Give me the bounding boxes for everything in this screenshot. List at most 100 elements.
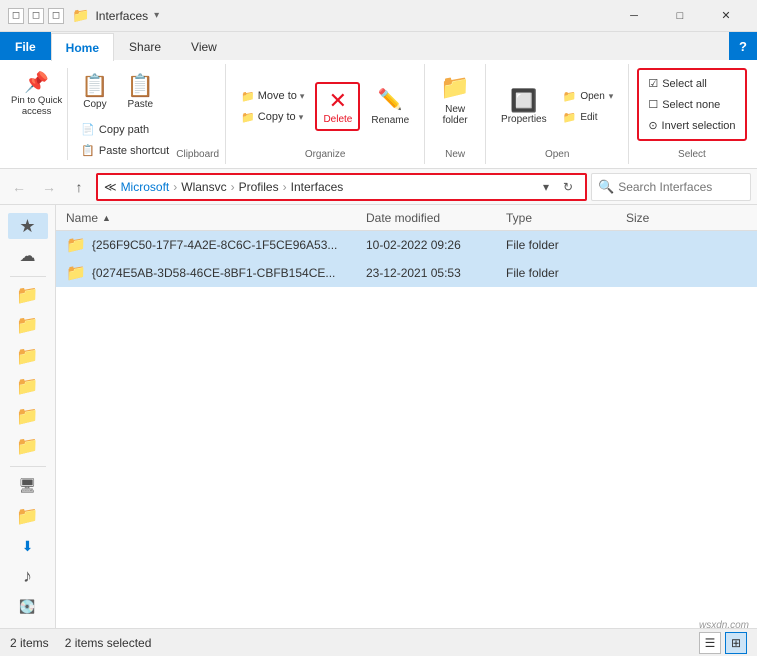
open-icon-1: 📁 <box>563 90 577 103</box>
forward-button[interactable]: → <box>36 174 62 200</box>
title-dropdown-icon: ▾ <box>154 10 159 21</box>
file-name-1: {0274E5AB-3D58-46CE-8BF1-CBFB154CE... <box>92 266 335 280</box>
invert-label: Invert selection <box>662 120 736 132</box>
ribbon-content: 📌 Pin to Quickaccess 📋 Copy 📋 Paste 📄 Co… <box>0 60 757 169</box>
title-bar: ◻ ◻ ◻ 📁 Interfaces ▾ ─ □ ✕ <box>0 0 757 32</box>
search-input[interactable] <box>618 180 738 194</box>
title-quick-access-2[interactable]: ◻ <box>28 8 44 24</box>
folder-icon-0: 📁 <box>66 235 86 255</box>
sidebar-divider-2 <box>10 466 46 467</box>
title-quick-access-3[interactable]: ◻ <box>48 8 64 24</box>
delete-button[interactable]: ✕ Delete <box>315 82 360 131</box>
properties-button[interactable]: 🔲 Properties <box>494 83 554 130</box>
sidebar-item-folder5[interactable]: 📁 <box>8 403 48 429</box>
paste-shortcut-button[interactable]: 📋 Paste shortcut <box>74 141 176 160</box>
sidebar-item-folder7[interactable]: 📁 <box>8 503 48 529</box>
pin-icon: 📌 <box>24 73 49 93</box>
tab-view[interactable]: View <box>176 32 232 60</box>
sidebar: ★ ☁ 📁 📁 📁 📁 📁 📁 🖥 📁 ⬇ ♪ 💽 <box>0 205 56 628</box>
sidebar-item-this-pc[interactable]: 🖥 <box>8 473 48 499</box>
table-row[interactable]: 📁 {256F9C50-17F7-4A2E-8C6C-1F5CE96A53...… <box>56 231 757 259</box>
invert-selection-button[interactable]: ⊙ Invert selection <box>643 116 740 135</box>
paste-button[interactable]: 📋 Paste <box>120 68 161 118</box>
address-dropdown-button[interactable]: ▾ <box>537 176 555 198</box>
column-date[interactable]: Date modified <box>366 211 506 225</box>
open-btn-extra-2[interactable]: 📁 Edit <box>556 108 621 127</box>
open-icon-2: 📁 <box>563 111 577 124</box>
ribbon-tabs: File Home Share View ? <box>0 32 757 60</box>
tab-home[interactable]: Home <box>51 33 114 61</box>
table-row[interactable]: 📁 {0274E5AB-3D58-46CE-8BF1-CBFB154CE... … <box>56 259 757 287</box>
new-label: New <box>445 145 465 160</box>
clipboard-label: Clipboard <box>176 145 219 160</box>
copy-icon: 📋 <box>81 75 108 97</box>
sidebar-item-folder4[interactable]: 📁 <box>8 373 48 399</box>
cell-name-0: 📁 {256F9C50-17F7-4A2E-8C6C-1F5CE96A53... <box>66 235 366 255</box>
new-folder-icon: 📁 <box>440 73 470 102</box>
search-box[interactable]: 🔍 <box>591 173 751 201</box>
help-button[interactable]: ? <box>729 32 757 60</box>
paste-label: Paste <box>128 99 154 111</box>
search-icon: 🔍 <box>598 179 614 195</box>
status-bar: 2 items 2 items selected ☰ ⊞ <box>0 628 757 656</box>
cell-type-0: File folder <box>506 238 626 252</box>
address-part-1[interactable]: Microsoft <box>121 180 170 194</box>
sidebar-item-drive[interactable]: 💽 <box>8 594 48 620</box>
new-folder-button[interactable]: 📁 Newfolder <box>433 68 477 131</box>
sidebar-item-music[interactable]: ♪ <box>8 564 48 590</box>
invert-icon: ⊙ <box>648 119 657 132</box>
column-type[interactable]: Type <box>506 211 626 225</box>
pin-label: Pin to Quickaccess <box>11 95 62 118</box>
sidebar-item-onedrive[interactable]: ☁ <box>8 243 48 269</box>
title-quick-access-1[interactable]: ◻ <box>8 8 24 24</box>
address-part-2[interactable]: Wlansvc <box>181 180 226 194</box>
select-all-button[interactable]: ☑ Select all <box>643 74 740 93</box>
open-chevron-1: ▾ <box>609 91 614 102</box>
address-sep-3: › <box>283 180 287 194</box>
cell-date-0: 10-02-2022 09:26 <box>366 238 506 252</box>
item-count: 2 items <box>10 636 49 650</box>
maximize-button[interactable]: □ <box>657 0 703 32</box>
sidebar-item-folder2[interactable]: 📁 <box>8 313 48 339</box>
new-folder-label: Newfolder <box>443 104 468 126</box>
title-bar-controls-left: ◻ ◻ ◻ <box>8 8 64 24</box>
close-button[interactable]: ✕ <box>703 0 749 32</box>
properties-label: Properties <box>501 114 547 125</box>
sidebar-item-quick-access[interactable]: ★ <box>8 213 48 239</box>
sidebar-item-downloads[interactable]: ⬇ <box>8 533 48 559</box>
column-name[interactable]: Name ▲ <box>66 211 366 225</box>
copy-path-label: Copy path <box>99 124 149 136</box>
address-bar[interactable]: ≪ Microsoft › Wlansvc › Profiles › Inter… <box>96 173 587 201</box>
rename-button[interactable]: ✏️ Rename <box>364 84 416 129</box>
sidebar-item-folder6[interactable]: 📁 <box>8 434 48 460</box>
copy-to-button[interactable]: 📁 Copy to ▾ <box>234 108 311 127</box>
address-part-4[interactable]: Interfaces <box>291 180 344 194</box>
address-part-3[interactable]: Profiles <box>239 180 279 194</box>
column-size[interactable]: Size <box>626 211 747 225</box>
properties-icon: 🔲 <box>510 88 537 114</box>
minimize-button[interactable]: ─ <box>611 0 657 32</box>
select-all-label: Select all <box>662 78 707 90</box>
address-refresh-button[interactable]: ↻ <box>557 176 579 198</box>
file-table-header: Name ▲ Date modified Type Size <box>56 205 757 231</box>
tab-file[interactable]: File <box>0 32 51 60</box>
move-to-button[interactable]: 📁 Move to ▾ <box>234 87 311 106</box>
back-button[interactable]: ← <box>6 174 32 200</box>
sidebar-divider-1 <box>10 276 46 277</box>
open-btn-extra-1[interactable]: 📁 Open ▾ <box>556 87 621 106</box>
open-group: 🔲 Properties 📁 Open ▾ 📁 Edit Open <box>486 64 629 164</box>
copy-path-button[interactable]: 📄 Copy path <box>74 120 176 139</box>
up-button[interactable]: ↑ <box>66 174 92 200</box>
sidebar-item-folder1[interactable]: 📁 <box>8 282 48 308</box>
title-folder-icon: 📁 <box>72 7 89 24</box>
delete-icon: ✕ <box>329 88 347 114</box>
pin-to-quick-access-button[interactable]: 📌 Pin to Quickaccess <box>6 68 67 123</box>
delete-label: Delete <box>323 114 352 125</box>
copy-to-label: Copy to <box>258 111 296 123</box>
copy-button[interactable]: 📋 Copy <box>74 68 115 118</box>
open-label: Open <box>545 145 569 160</box>
select-none-button[interactable]: ☐ Select none <box>643 95 740 114</box>
tab-share[interactable]: Share <box>114 32 176 60</box>
sidebar-item-folder3[interactable]: 📁 <box>8 343 48 369</box>
open-label-2: Edit <box>580 112 597 123</box>
